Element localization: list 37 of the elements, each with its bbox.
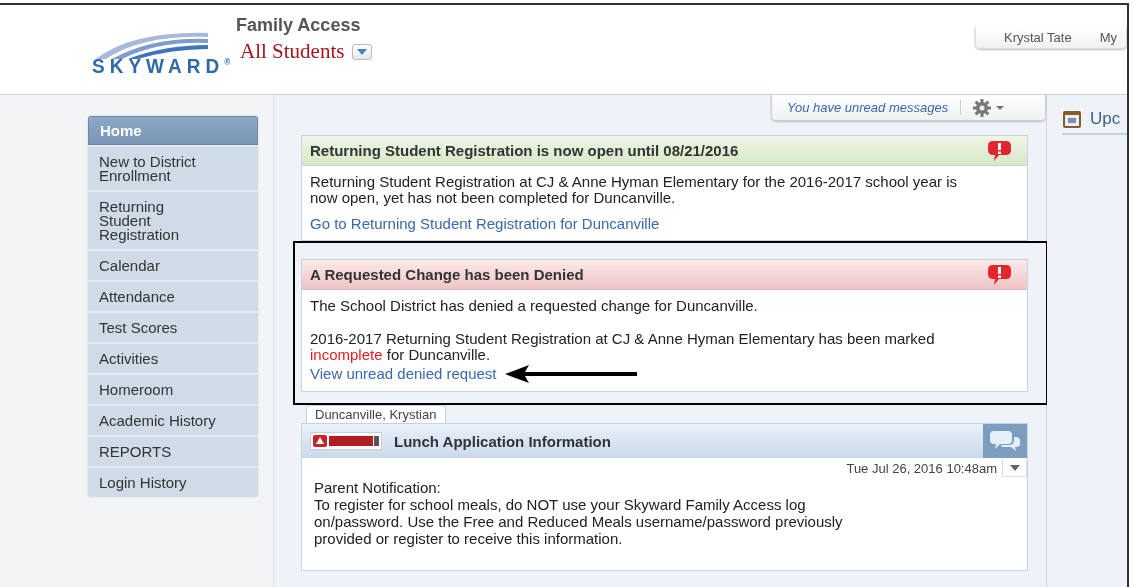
alert-text: Returning Student Registration at CJ & Anne Hyman Elementary for the 2016-2017 school year is now open, yet has not been completed for Duncanville. <box>310 174 959 206</box>
dropdown-button[interactable] <box>352 43 373 60</box>
sidebar-item[interactable]: Academic History <box>88 404 258 435</box>
alert-text: The School District has denied a requested change for Duncanville. <box>310 298 759 314</box>
alert-link[interactable]: View unread denied request <box>310 366 497 382</box>
alert-title: Returning Student Registration is now open until 08/21/2016 <box>310 142 739 159</box>
sidebar-item[interactable]: REPORTS <box>88 435 258 466</box>
message-title: Lunch Application Information <box>394 432 612 450</box>
alert-icon <box>987 263 1012 286</box>
alert-text: 2016-2017 Returning Student Registration at CJ & Anne Hyman Elementary has been marked incomplete for Duncanville. <box>310 331 936 363</box>
calendar-icon[interactable] <box>1062 109 1082 129</box>
sidebar-item[interactable]: Calendar <box>88 249 258 280</box>
alert-title: A Requested Change has been Denied <box>310 266 584 283</box>
message-heading: Parent Notification: <box>314 479 442 496</box>
app-title: Family Access <box>236 15 362 36</box>
sidebar-item[interactable]: Attendance <box>88 280 258 311</box>
logo-icon <box>310 432 382 450</box>
sidebar-item[interactable]: New to District Enrollment <box>88 145 258 190</box>
message-text: To register for school meals, do NOT use your Skyward Family Access log on/password. Use the Free and Reduced Meals username/password previously provided or register to receive this information. <box>314 496 844 547</box>
sidebar-item[interactable]: Returning Student Registration <box>88 190 258 249</box>
alert-icon <box>987 139 1012 162</box>
student-tab[interactable]: Duncanville, Krystian <box>306 405 447 423</box>
sidebar-item[interactable]: Homeroom <box>88 373 258 404</box>
chat-button[interactable] <box>983 424 1027 458</box>
logo-text: SKYWARD$^{®}$ <box>92 53 231 79</box>
caret-icon <box>1009 464 1020 471</box>
sidebar-item[interactable]: Activities <box>88 342 258 373</box>
panel-title: Upc <box>1090 109 1121 129</box>
alert-link[interactable]: Go to Returning Student Registration for Duncanville <box>310 216 660 232</box>
sidebar-item[interactable]: Login History <box>88 466 258 497</box>
timestamp: Tue Jul 26, 2016 10:48am <box>846 460 997 476</box>
dropdown-button[interactable] <box>1002 459 1027 477</box>
user-menu-link[interactable]: Krystal Tate <box>1004 30 1072 45</box>
caret-icon <box>357 48 368 55</box>
sidebar-item[interactable]: Test Scores <box>88 311 258 342</box>
student-selector[interactable]: All Students <box>240 39 345 64</box>
user-menu-link[interactable]: My <box>1099 30 1118 45</box>
